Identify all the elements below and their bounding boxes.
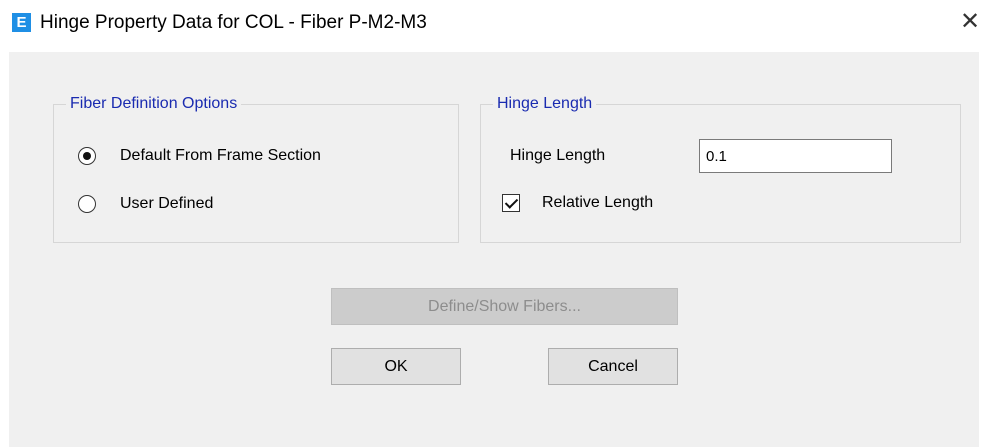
hinge-length-input[interactable] — [699, 139, 892, 173]
hinge-length-group: Hinge Length Hinge Length Relative Lengt… — [480, 95, 961, 243]
cancel-button[interactable]: Cancel — [548, 348, 678, 385]
radio-button[interactable] — [78, 195, 96, 213]
e-logo-icon: E — [12, 13, 31, 32]
radio-default-from-frame-section[interactable]: Default From Frame Section — [78, 144, 321, 168]
title-bar: E Hinge Property Data for COL - Fiber P-… — [0, 0, 987, 52]
fiber-definition-options-group: Fiber Definition Options Default From Fr… — [53, 95, 459, 243]
relative-length-checkbox-row[interactable]: Relative Length — [502, 191, 653, 215]
close-button[interactable]: ✕ — [958, 9, 982, 35]
radio-label: User Defined — [120, 195, 214, 212]
define-show-fibers-button[interactable]: Define/Show Fibers... — [331, 288, 678, 325]
dialog-body: Fiber Definition Options Default From Fr… — [9, 52, 979, 447]
window-title: Hinge Property Data for COL - Fiber P-M2… — [40, 12, 427, 33]
hinge-length-label: Hinge Length — [510, 147, 606, 164]
group-title-fiber-options: Fiber Definition Options — [66, 95, 242, 113]
radio-label: Default From Frame Section — [120, 147, 321, 164]
ok-button[interactable]: OK — [331, 348, 461, 385]
group-title-hinge-length: Hinge Length — [493, 95, 597, 113]
radio-user-defined[interactable]: User Defined — [78, 192, 213, 216]
relative-length-label: Relative Length — [542, 194, 654, 211]
relative-length-checkbox[interactable] — [502, 194, 520, 212]
radio-button[interactable] — [78, 147, 96, 165]
